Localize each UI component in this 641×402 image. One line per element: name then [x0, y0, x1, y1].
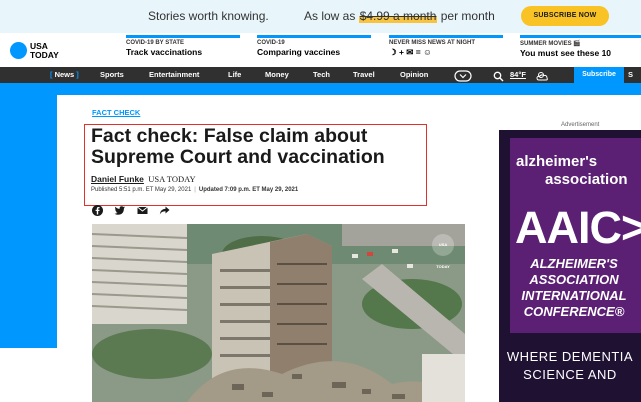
- promo-card-headline: Comparing vaccines: [257, 47, 341, 57]
- page: Stories worth knowing. As low as $4.99 a…: [0, 0, 641, 402]
- nav-item-tech[interactable]: Tech: [313, 70, 330, 79]
- promo-card-bar: [126, 35, 240, 38]
- advertisement-label: Advertisement: [561, 122, 600, 128]
- date-separator: |: [194, 187, 196, 193]
- header-promo-card-3[interactable]: NEVER MISS NEWS AT NIGHT ☽ + ✉ = ☺: [389, 35, 503, 58]
- header-promo-card-2[interactable]: COVID-19 Comparing vaccines: [257, 35, 371, 57]
- section-tag-link[interactable]: FACT CHECK: [92, 108, 140, 117]
- nav-item-travel[interactable]: Travel: [353, 70, 375, 79]
- article: FACT CHECK Fact check: False claim about…: [57, 95, 489, 402]
- section-color-band: [0, 83, 641, 95]
- publication-name: USA TODAY: [148, 174, 196, 184]
- nav-item-label: News: [54, 70, 75, 79]
- usa-today-logo-text[interactable]: USA TODAY: [30, 42, 59, 59]
- article-title: Fact check: False claim about Supreme Co…: [91, 125, 385, 168]
- promo-bar: Stories worth knowing. As low as $4.99 a…: [0, 0, 641, 33]
- promo-card-kicker: NEVER MISS NEWS AT NIGHT: [389, 40, 476, 46]
- nav-item-sports[interactable]: Sports: [100, 70, 124, 79]
- main-nav: [ News ] Sports Entertainment Life Money…: [0, 67, 641, 83]
- published-timestamp: Published 5:51 p.m. ET May 29, 2021: [91, 187, 192, 193]
- ad-tagline: WHERE DEMENTIA SCIENCE AND: [506, 349, 634, 382]
- weather-temperature[interactable]: 84°F: [510, 70, 526, 79]
- promo-offer-prefix: As low as: [304, 9, 359, 23]
- promo-offer: As low as $4.99 a month per month: [304, 9, 495, 23]
- subscribe-now-button[interactable]: SUBSCRIBE NOW: [521, 6, 609, 26]
- nav-signin-link[interactable]: S: [628, 70, 633, 79]
- promo-card-kicker: COVID-19 BY STATE: [126, 40, 185, 46]
- twitter-icon[interactable]: [114, 203, 126, 221]
- advertisement[interactable]: alzheimer's association AAIC>21 ALZHEIME…: [499, 130, 641, 402]
- promo-card-headline: Track vaccinations: [126, 47, 203, 57]
- byline: Daniel Funke USA TODAY: [91, 174, 196, 184]
- promo-card-kicker: COVID-19: [257, 40, 285, 46]
- promo-card-kicker: SUMMER MOVIES 🎬: [520, 41, 581, 47]
- nav-subscribe-button[interactable]: Subscribe: [574, 67, 624, 83]
- section-color-block: [0, 83, 57, 348]
- header-promo-card-1[interactable]: COVID-19 BY STATE Track vaccinations: [126, 35, 240, 57]
- author-link[interactable]: Daniel Funke: [91, 174, 144, 184]
- ad-event-name: ALZHEIMER'S ASSOCIATION INTERNATIONAL CO…: [521, 256, 627, 319]
- promo-offer-price: $4.99 a month: [358, 9, 438, 23]
- logo-line2: TODAY: [30, 49, 59, 60]
- header-promo-card-4[interactable]: SUMMER MOVIES 🎬 You must see these 10: [520, 35, 641, 58]
- promo-card-headline: ☽ + ✉ = ☺: [389, 47, 432, 57]
- promo-card-bar: [520, 35, 641, 38]
- nav-active-bracket-close: ]: [74, 70, 79, 79]
- nav-item-life[interactable]: Life: [228, 70, 241, 79]
- building-collapse-photo: [92, 224, 465, 402]
- nav-item-money[interactable]: Money: [265, 70, 289, 79]
- photo-watermark-badge: USA TODAY: [432, 234, 454, 269]
- promo-offer-suffix: per month: [437, 9, 495, 23]
- promo-tagline: Stories worth knowing.: [148, 9, 269, 23]
- email-icon[interactable]: [137, 203, 148, 221]
- ad-org-line1: alzheimer's: [516, 153, 598, 170]
- nav-item-news[interactable]: [ News ]: [50, 70, 79, 79]
- promo-card-bar: [389, 35, 503, 38]
- promo-card-bar: [257, 35, 371, 38]
- nav-item-entertainment[interactable]: Entertainment: [149, 70, 199, 79]
- promo-card-headline: You must see these 10: [520, 48, 612, 58]
- article-hero-image[interactable]: USA TODAY: [92, 224, 465, 402]
- facebook-icon[interactable]: [92, 203, 103, 221]
- site-header: USA TODAY COVID-19 BY STATE Track vaccina…: [0, 33, 641, 67]
- ad-event-code: AAIC>21: [515, 202, 641, 253]
- article-dates: Published 5:51 p.m. ET May 29, 2021 | Upda…: [91, 187, 298, 193]
- usa-today-logo-icon[interactable]: [10, 42, 27, 59]
- ad-org-line2: association: [545, 171, 628, 188]
- nav-item-opinion[interactable]: Opinion: [400, 70, 428, 79]
- share-arrow-icon[interactable]: [159, 203, 170, 221]
- updated-timestamp: Updated 7:09 p.m. ET May 29, 2021: [198, 187, 299, 193]
